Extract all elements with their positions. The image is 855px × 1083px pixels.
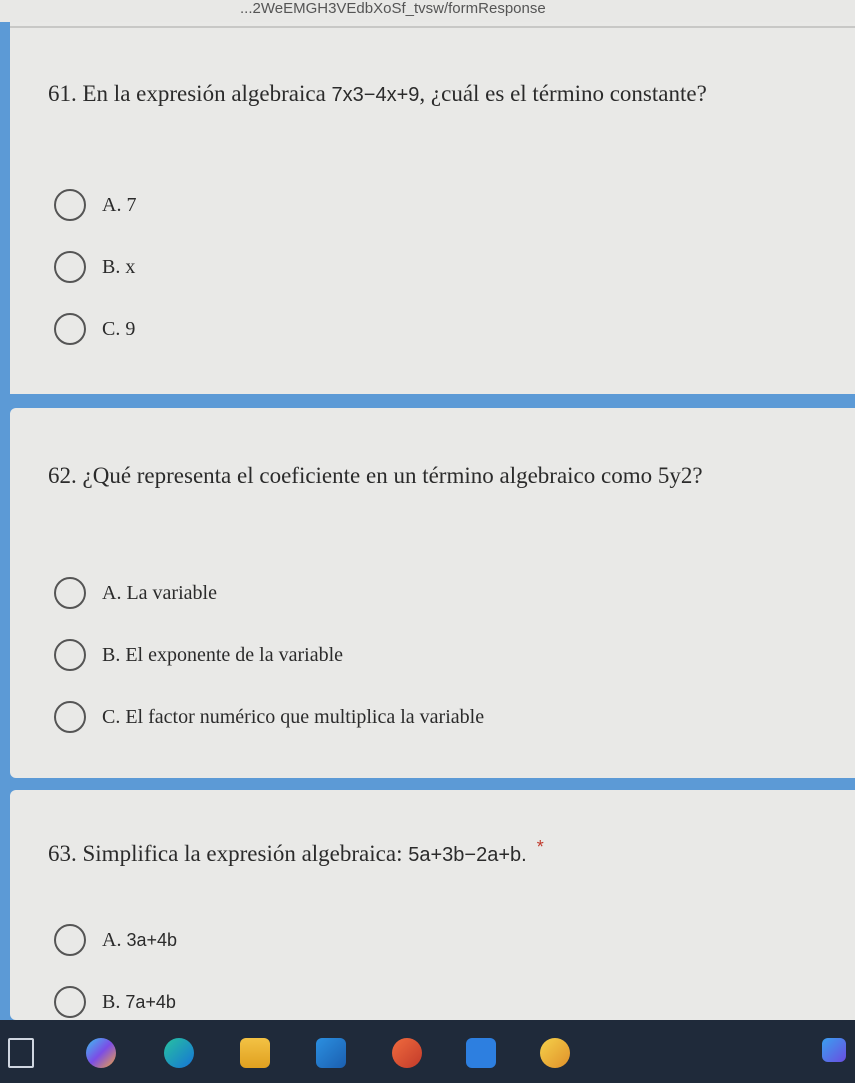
edge-icon[interactable]: [164, 1038, 194, 1068]
option-61-c[interactable]: C. 9: [54, 309, 135, 349]
option-61-a[interactable]: A. 7: [54, 185, 136, 225]
question-text-61: 61. En la expresión algebraica 7x3−4x+9,…: [48, 81, 707, 106]
radio-button[interactable]: [54, 701, 86, 733]
file-explorer-icon[interactable]: [240, 1038, 270, 1068]
question-card-61: 61. En la expresión algebraica 7x3−4x+9,…: [10, 22, 855, 394]
game-icon[interactable]: [540, 1038, 570, 1068]
office-icon[interactable]: [392, 1038, 422, 1068]
question-text-63: 63. Simplifica la expresión algebraica: …: [48, 837, 544, 866]
radio-button[interactable]: [54, 924, 86, 956]
radio-button[interactable]: [54, 251, 86, 283]
option-62-b[interactable]: B. El exponente de la variable: [54, 635, 343, 675]
browser-url-bar[interactable]: ...2WeEMGH3VEdbXoSf_tvsw/formResponse: [0, 0, 855, 22]
radio-button[interactable]: [54, 986, 86, 1018]
question-text-62: 62. ¿Qué representa el coeficiente en un…: [48, 463, 703, 488]
required-asterisk: *: [536, 837, 544, 857]
app-l-icon[interactable]: [466, 1038, 496, 1068]
option-63-b[interactable]: B. 7a+4b: [54, 982, 176, 1022]
taskbar: [0, 1020, 855, 1083]
divider: [10, 26, 855, 28]
math-expression: 7x3−4x+9: [331, 84, 420, 106]
option-62-c[interactable]: C. El factor numérico que multiplica la …: [54, 697, 484, 737]
math-expression: 5a+3b−2a+b.: [408, 844, 527, 866]
media-player-icon[interactable]: [822, 1038, 846, 1062]
question-card-62: 62. ¿Qué representa el coeficiente en un…: [10, 408, 855, 778]
store-icon[interactable]: [316, 1038, 346, 1068]
radio-button[interactable]: [54, 189, 86, 221]
option-61-b[interactable]: B. x: [54, 247, 135, 287]
option-62-a[interactable]: A. La variable: [54, 573, 217, 613]
task-view-icon[interactable]: [8, 1038, 34, 1068]
radio-button[interactable]: [54, 313, 86, 345]
copilot-icon[interactable]: [86, 1038, 116, 1068]
radio-button[interactable]: [54, 577, 86, 609]
option-63-a[interactable]: A. 3a+4b: [54, 920, 177, 960]
radio-button[interactable]: [54, 639, 86, 671]
question-card-63: 63. Simplifica la expresión algebraica: …: [10, 790, 855, 1020]
url-text: ...2WeEMGH3VEdbXoSf_tvsw/formResponse: [240, 0, 546, 17]
